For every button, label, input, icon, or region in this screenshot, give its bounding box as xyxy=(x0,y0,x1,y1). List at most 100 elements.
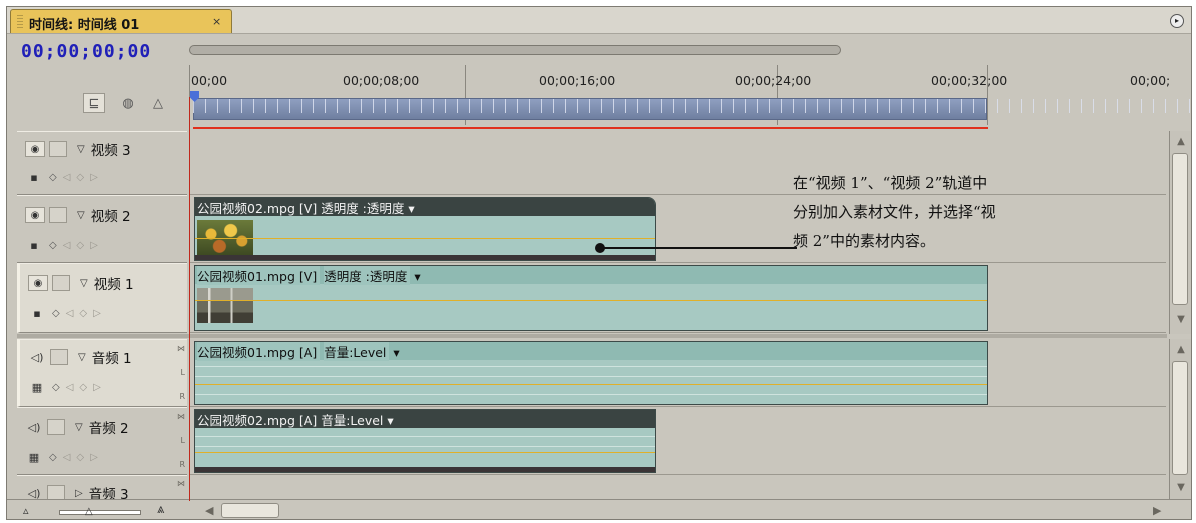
set-marker-button[interactable]: △ xyxy=(147,93,169,113)
effect-dropdown-icon[interactable]: ▾ xyxy=(408,201,414,216)
clip-effect[interactable]: 音量:Level xyxy=(324,342,390,361)
clip-title-bar[interactable]: 公园视频02.mpg [A] 音量:Level ▾ xyxy=(195,410,655,428)
add-keyframe-icon[interactable]: ◇ xyxy=(76,240,84,251)
keyframe-icon[interactable]: ◇ xyxy=(49,240,57,251)
eye-icon[interactable]: ◉ xyxy=(25,141,45,157)
scroll-thumb[interactable] xyxy=(1172,361,1188,475)
next-keyframe-icon[interactable]: ▷ xyxy=(90,240,98,251)
snap-button[interactable]: ⊑ xyxy=(83,93,105,113)
scroll-thumb[interactable] xyxy=(1172,153,1188,305)
clip-title-bar[interactable]: 公园视频01.mpg [V] 透明度 :透明度 ▾ xyxy=(195,266,987,285)
display-style-icon[interactable]: ▪ xyxy=(25,237,43,253)
track-header-video-2[interactable]: ◉ ▽ 视频 2 ▪ ◇ ◁ ◇ ▷ xyxy=(17,195,187,263)
next-keyframe-icon[interactable]: ▷ xyxy=(90,452,98,463)
waveform-icon[interactable]: ▦ xyxy=(25,449,43,465)
effect-dropdown-icon[interactable]: ▾ xyxy=(387,413,393,428)
tab-grip[interactable] xyxy=(17,15,23,28)
scroll-right-icon[interactable]: ▶ xyxy=(1153,504,1161,517)
horizontal-scroll-thumb[interactable] xyxy=(221,503,279,518)
track-header-video-1[interactable]: ◉ ▽ 视频 1 ▪ ◇ ◁ ◇ ▷ xyxy=(17,263,187,333)
effect-dropdown-icon[interactable]: ▾ xyxy=(414,269,420,284)
lock-toggle[interactable] xyxy=(52,275,70,291)
prev-keyframe-icon[interactable]: ◁ xyxy=(66,308,74,319)
scroll-up-icon[interactable]: ▲ xyxy=(1174,135,1188,149)
add-keyframe-icon[interactable]: ◇ xyxy=(79,308,87,319)
clip-title-bar[interactable]: 公园视频02.mpg [V] 透明度 :透明度 ▾ xyxy=(195,198,655,216)
track-header-audio-2[interactable]: ◁) ▽ 音频 2 ▦ ◇ ◁ ◇ ▷ ⋈ L R xyxy=(17,407,187,475)
scroll-up-icon[interactable]: ▲ xyxy=(1174,343,1188,357)
eye-icon[interactable]: ◉ xyxy=(25,207,45,223)
tab-timeline[interactable]: 时间线: 时间线 01 × xyxy=(10,9,232,33)
collapse-icon[interactable]: ▽ xyxy=(78,352,86,363)
collapse-icon[interactable]: ▽ xyxy=(77,210,85,221)
prev-keyframe-icon[interactable]: ◁ xyxy=(63,240,71,251)
track-header-video-3[interactable]: ◉ ▽ 视频 3 ▪ ◇ ◁ ◇ ▷ xyxy=(17,131,187,195)
zoom-in-icon[interactable]: ⩓ xyxy=(157,502,164,517)
effect-dropdown-icon[interactable]: ▾ xyxy=(393,345,399,360)
opacity-line[interactable] xyxy=(195,238,655,239)
clip-effect[interactable]: 音量:Level xyxy=(321,413,383,428)
view-area-bar[interactable] xyxy=(189,45,841,55)
expand-icon[interactable]: ▷ xyxy=(75,488,83,499)
next-keyframe-icon[interactable]: ▷ xyxy=(93,308,101,319)
lock-toggle[interactable] xyxy=(49,207,67,223)
clip-effect[interactable]: 透明度 :透明度 xyxy=(324,266,411,285)
set-encore-marker-button[interactable]: ◍ xyxy=(117,93,139,113)
scroll-left-icon[interactable]: ◀ xyxy=(205,504,213,517)
lane-audio-2[interactable]: 公园视频02.mpg [A] 音量:Level ▾ xyxy=(190,407,1166,475)
zoom-slider[interactable] xyxy=(59,510,141,515)
panel-menu-icon[interactable]: ▸ xyxy=(1170,14,1184,28)
clip-video-2[interactable]: 公园视频02.mpg [V] 透明度 :透明度 ▾ xyxy=(194,197,656,261)
speaker-icon[interactable]: ◁) xyxy=(25,419,43,435)
prev-keyframe-icon[interactable]: ◁ xyxy=(63,172,71,183)
sync-lock-icon[interactable]: ⋈ xyxy=(177,412,185,422)
keyframe-icon[interactable]: ◇ xyxy=(52,308,60,319)
display-style-icon[interactable]: ▪ xyxy=(25,169,43,185)
add-keyframe-icon[interactable]: ◇ xyxy=(76,172,84,183)
lock-toggle[interactable] xyxy=(47,419,65,435)
lock-toggle[interactable] xyxy=(50,349,68,365)
playhead-line[interactable] xyxy=(189,97,190,501)
eye-icon[interactable]: ◉ xyxy=(28,275,48,291)
time-ruler[interactable]: 00;00 00;00;08;00 00;00;16;00 00;00;24;0… xyxy=(189,35,1191,131)
scroll-down-icon[interactable]: ▼ xyxy=(1174,481,1188,495)
add-keyframe-icon[interactable]: ◇ xyxy=(76,452,84,463)
zoom-slider-thumb[interactable]: △ xyxy=(85,506,93,517)
clip-effect[interactable]: 透明度 :透明度 xyxy=(321,201,404,216)
scroll-down-icon[interactable]: ▼ xyxy=(1174,313,1188,327)
track-header-audio-3[interactable]: ◁) ▷ 音频 3 ⋈ xyxy=(17,475,187,503)
lane-audio-3[interactable] xyxy=(190,475,1166,499)
prev-keyframe-icon[interactable]: ◁ xyxy=(63,452,71,463)
keyframe-icon[interactable]: ◇ xyxy=(52,382,60,393)
clip-audio-2[interactable]: 公园视频02.mpg [A] 音量:Level ▾ xyxy=(194,409,656,473)
opacity-line[interactable] xyxy=(195,300,987,301)
collapse-icon[interactable]: ▽ xyxy=(80,278,88,289)
tab-close-icon[interactable]: × xyxy=(212,15,221,28)
collapse-icon[interactable]: ▽ xyxy=(77,144,85,155)
clip-video-1[interactable]: 公园视频01.mpg [V] 透明度 :透明度 ▾ xyxy=(194,265,988,331)
prev-keyframe-icon[interactable]: ◁ xyxy=(66,382,74,393)
waveform-icon[interactable]: ▦ xyxy=(28,379,46,395)
clip-audio-1[interactable]: 公园视频01.mpg [A] 音量:Level ▾ xyxy=(194,341,988,405)
sync-lock-icon[interactable]: ⋈ xyxy=(177,344,185,354)
zoom-out-icon[interactable]: ▵ xyxy=(23,504,29,517)
next-keyframe-icon[interactable]: ▷ xyxy=(90,172,98,183)
timecode-display[interactable]: 00;00;00;00 xyxy=(21,41,151,62)
speaker-icon[interactable]: ◁) xyxy=(28,349,46,365)
lane-video-1[interactable]: 公园视频01.mpg [V] 透明度 :透明度 ▾ xyxy=(190,263,1166,333)
keyframe-icon[interactable]: ◇ xyxy=(49,452,57,463)
clip-title-bar[interactable]: 公园视频01.mpg [A] 音量:Level ▾ xyxy=(195,342,987,361)
track-header-audio-1[interactable]: ◁) ▽ 音频 1 ▦ ◇ ◁ ◇ ▷ ⋈ L R xyxy=(17,339,187,407)
sync-lock-icon[interactable]: ⋈ xyxy=(177,479,185,489)
next-keyframe-icon[interactable]: ▷ xyxy=(93,382,101,393)
lane-audio-1[interactable]: 公园视频01.mpg [A] 音量:Level ▾ xyxy=(190,339,1166,407)
add-keyframe-icon[interactable]: ◇ xyxy=(79,382,87,393)
volume-line[interactable] xyxy=(195,452,655,453)
video-vertical-scrollbar[interactable]: ▲ ▼ xyxy=(1169,131,1191,334)
audio-vertical-scrollbar[interactable]: ▲ ▼ xyxy=(1169,339,1191,499)
keyframe-icon[interactable]: ◇ xyxy=(49,172,57,183)
lock-toggle[interactable] xyxy=(49,141,67,157)
collapse-icon[interactable]: ▽ xyxy=(75,422,83,433)
volume-line[interactable] xyxy=(195,384,987,385)
display-style-icon[interactable]: ▪ xyxy=(28,305,46,321)
